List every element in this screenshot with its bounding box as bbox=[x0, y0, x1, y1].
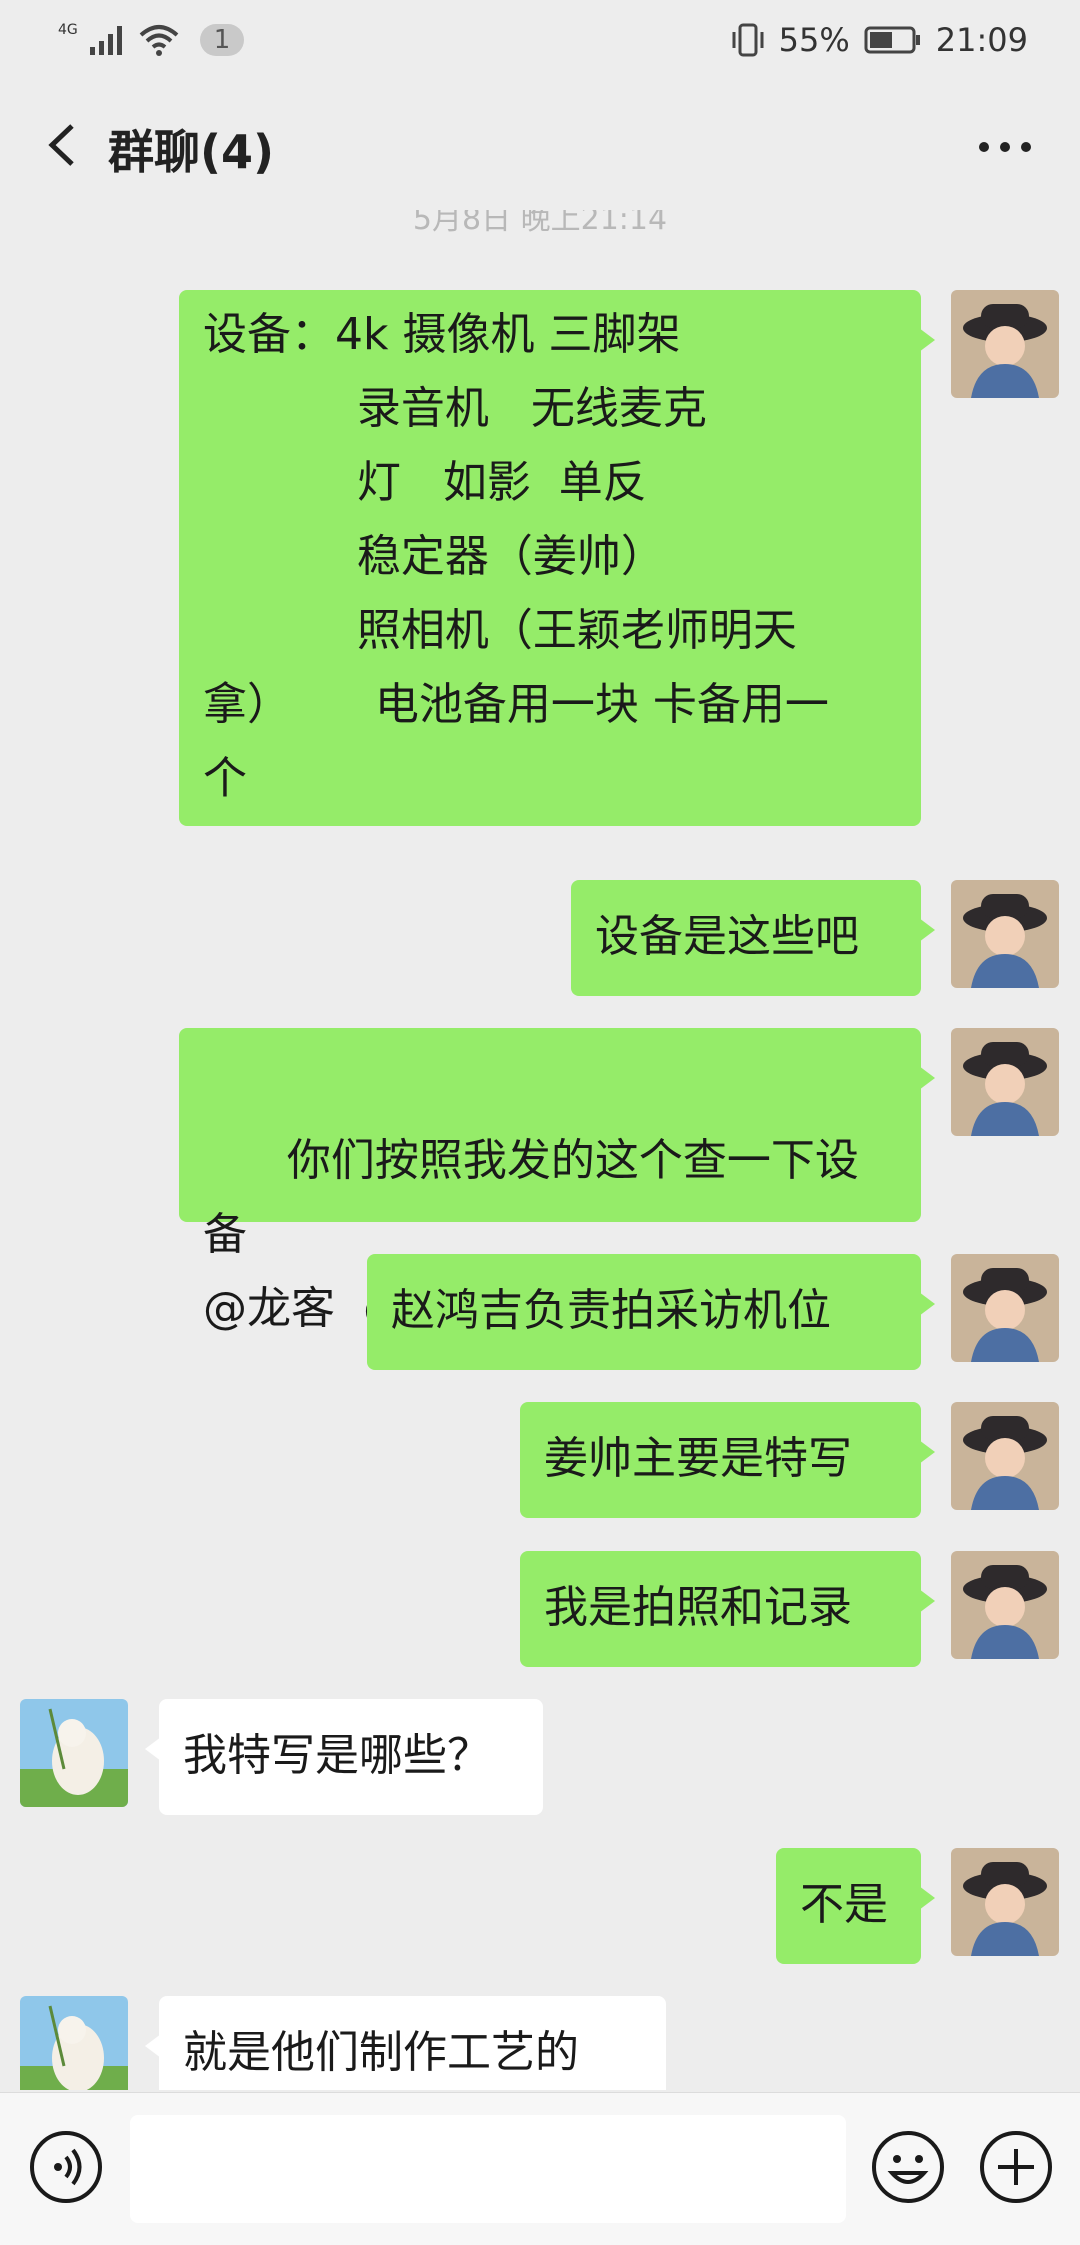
vibrate-icon bbox=[732, 23, 764, 57]
message-bubble[interactable]: 设备：4k 摄像机 三脚架 录音机 无线麦克 灯 如影 单反 稳定器（姜帅） 照… bbox=[179, 290, 935, 826]
avatar-me[interactable] bbox=[951, 1254, 1059, 1362]
avatar-image bbox=[20, 1699, 128, 1807]
smiley-icon bbox=[872, 2131, 944, 2203]
avatar-me[interactable] bbox=[951, 1402, 1059, 1510]
signal-icon bbox=[89, 26, 122, 55]
clock: 21:09 bbox=[935, 21, 1028, 59]
avatar-image bbox=[951, 880, 1059, 988]
status-right: 55% 21:09 bbox=[731, 18, 1028, 62]
message-bubble[interactable]: 赵鸿吉负责拍采访机位 bbox=[367, 1254, 935, 1370]
avatar-other[interactable] bbox=[20, 1996, 128, 2090]
input-bar bbox=[0, 2092, 1080, 2245]
avatar-image bbox=[951, 1028, 1059, 1136]
status-bar: 4G 1 55% 21:09 bbox=[0, 0, 1080, 80]
avatar-image bbox=[951, 1551, 1059, 1659]
chevron-left-icon bbox=[48, 124, 74, 166]
notification-badge: 1 bbox=[199, 24, 245, 56]
avatar-image bbox=[951, 1402, 1059, 1510]
avatar-image bbox=[951, 1848, 1059, 1956]
avatar-image bbox=[951, 290, 1059, 398]
avatar-image bbox=[951, 1254, 1059, 1362]
chat-header: 群聊(4) bbox=[0, 80, 1080, 210]
avatar-me[interactable] bbox=[951, 880, 1059, 988]
avatar-image bbox=[20, 1996, 128, 2090]
message-input[interactable] bbox=[130, 2115, 846, 2223]
page-title: 群聊(4) bbox=[108, 125, 275, 179]
battery-icon bbox=[864, 26, 920, 54]
more-functions-button[interactable] bbox=[978, 2129, 1054, 2205]
avatar-me[interactable] bbox=[951, 1551, 1059, 1659]
network-type-label: 4G bbox=[58, 22, 78, 38]
avatar-me[interactable] bbox=[951, 1028, 1059, 1136]
battery-percent: 55% bbox=[778, 21, 850, 59]
message-bubble[interactable]: 设备是这些吧 bbox=[571, 880, 935, 996]
message-timestamp: 5月8日 晚上21:14 bbox=[412, 210, 668, 237]
voice-icon bbox=[30, 2131, 102, 2203]
message-bubble[interactable]: 不是 bbox=[776, 1848, 935, 1964]
message-list[interactable]: 5月8日 晚上21:14 设备：4k 摄像机 三脚架 录音机 无线麦克 灯 如影… bbox=[0, 210, 1080, 2090]
emoji-button[interactable] bbox=[870, 2129, 946, 2205]
status-left: 4G 1 bbox=[58, 18, 245, 62]
more-icon bbox=[979, 142, 1031, 152]
voice-input-button[interactable] bbox=[28, 2129, 104, 2205]
back-button[interactable] bbox=[30, 110, 100, 180]
more-options-button[interactable] bbox=[970, 112, 1040, 182]
plus-icon bbox=[980, 2131, 1052, 2203]
message-bubble[interactable]: 姜帅主要是特写 bbox=[520, 1402, 935, 1518]
message-bubble[interactable]: 我是拍照和记录 bbox=[520, 1551, 935, 1667]
wifi-icon bbox=[139, 25, 179, 56]
message-bubble[interactable]: 就是他们制作工艺的 bbox=[145, 1996, 666, 2090]
avatar-me[interactable] bbox=[951, 1848, 1059, 1956]
message-bubble[interactable]: 你们按照我发的这个查一下设备 @龙客 @变白 ING 的蟹.阿金🍤 bbox=[179, 1028, 935, 1334]
message-bubble[interactable]: 我特写是哪些？ bbox=[145, 1699, 543, 1815]
avatar-other[interactable] bbox=[20, 1699, 128, 1807]
avatar-me[interactable] bbox=[951, 290, 1059, 398]
